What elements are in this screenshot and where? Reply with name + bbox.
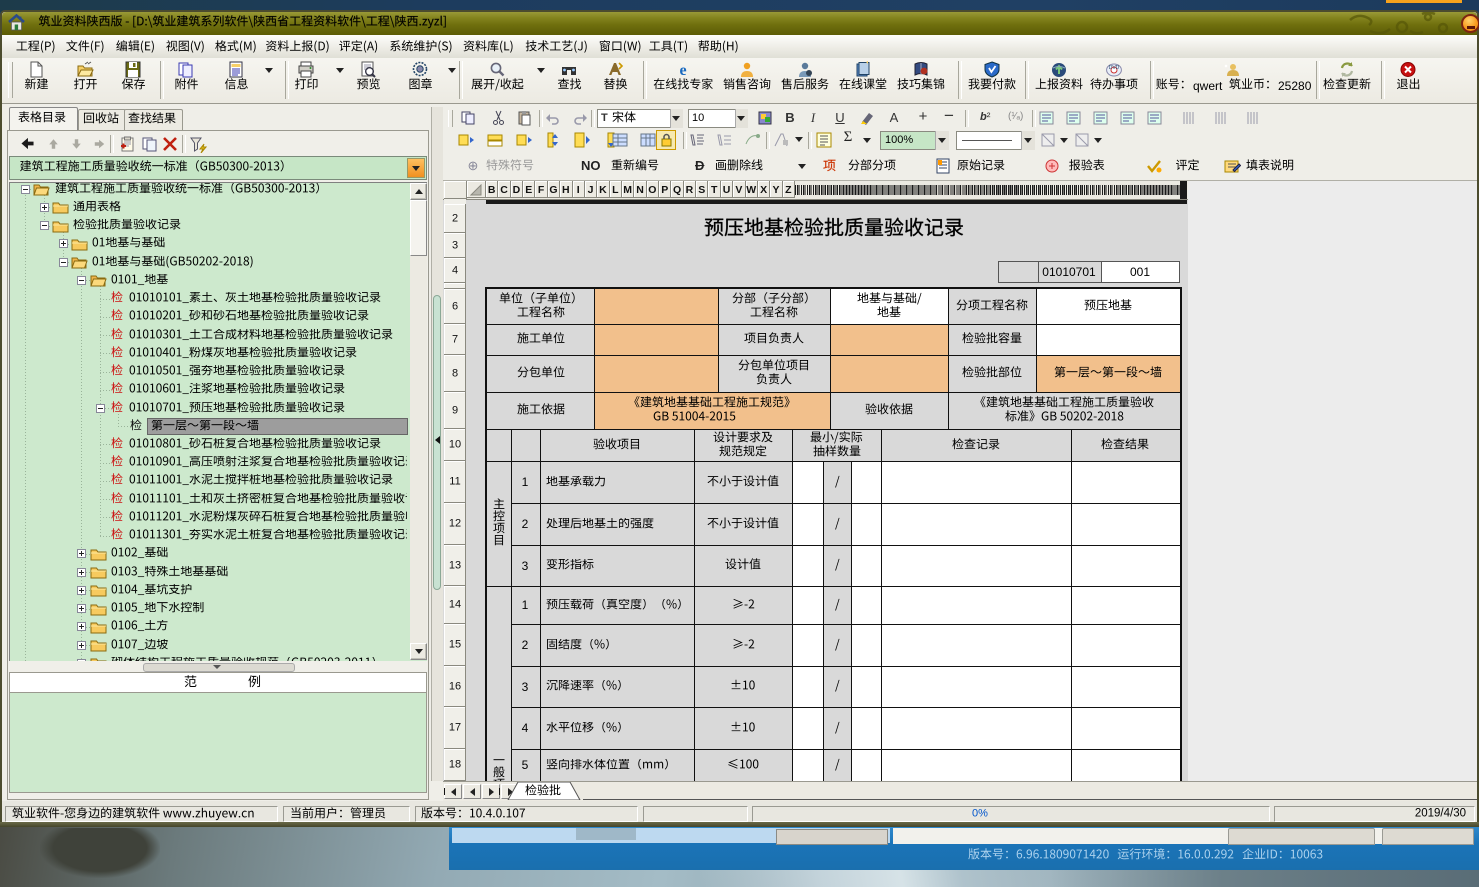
svg-text:DVD: DVD: [1109, 65, 1120, 71]
svg-text:e: e: [679, 62, 686, 78]
